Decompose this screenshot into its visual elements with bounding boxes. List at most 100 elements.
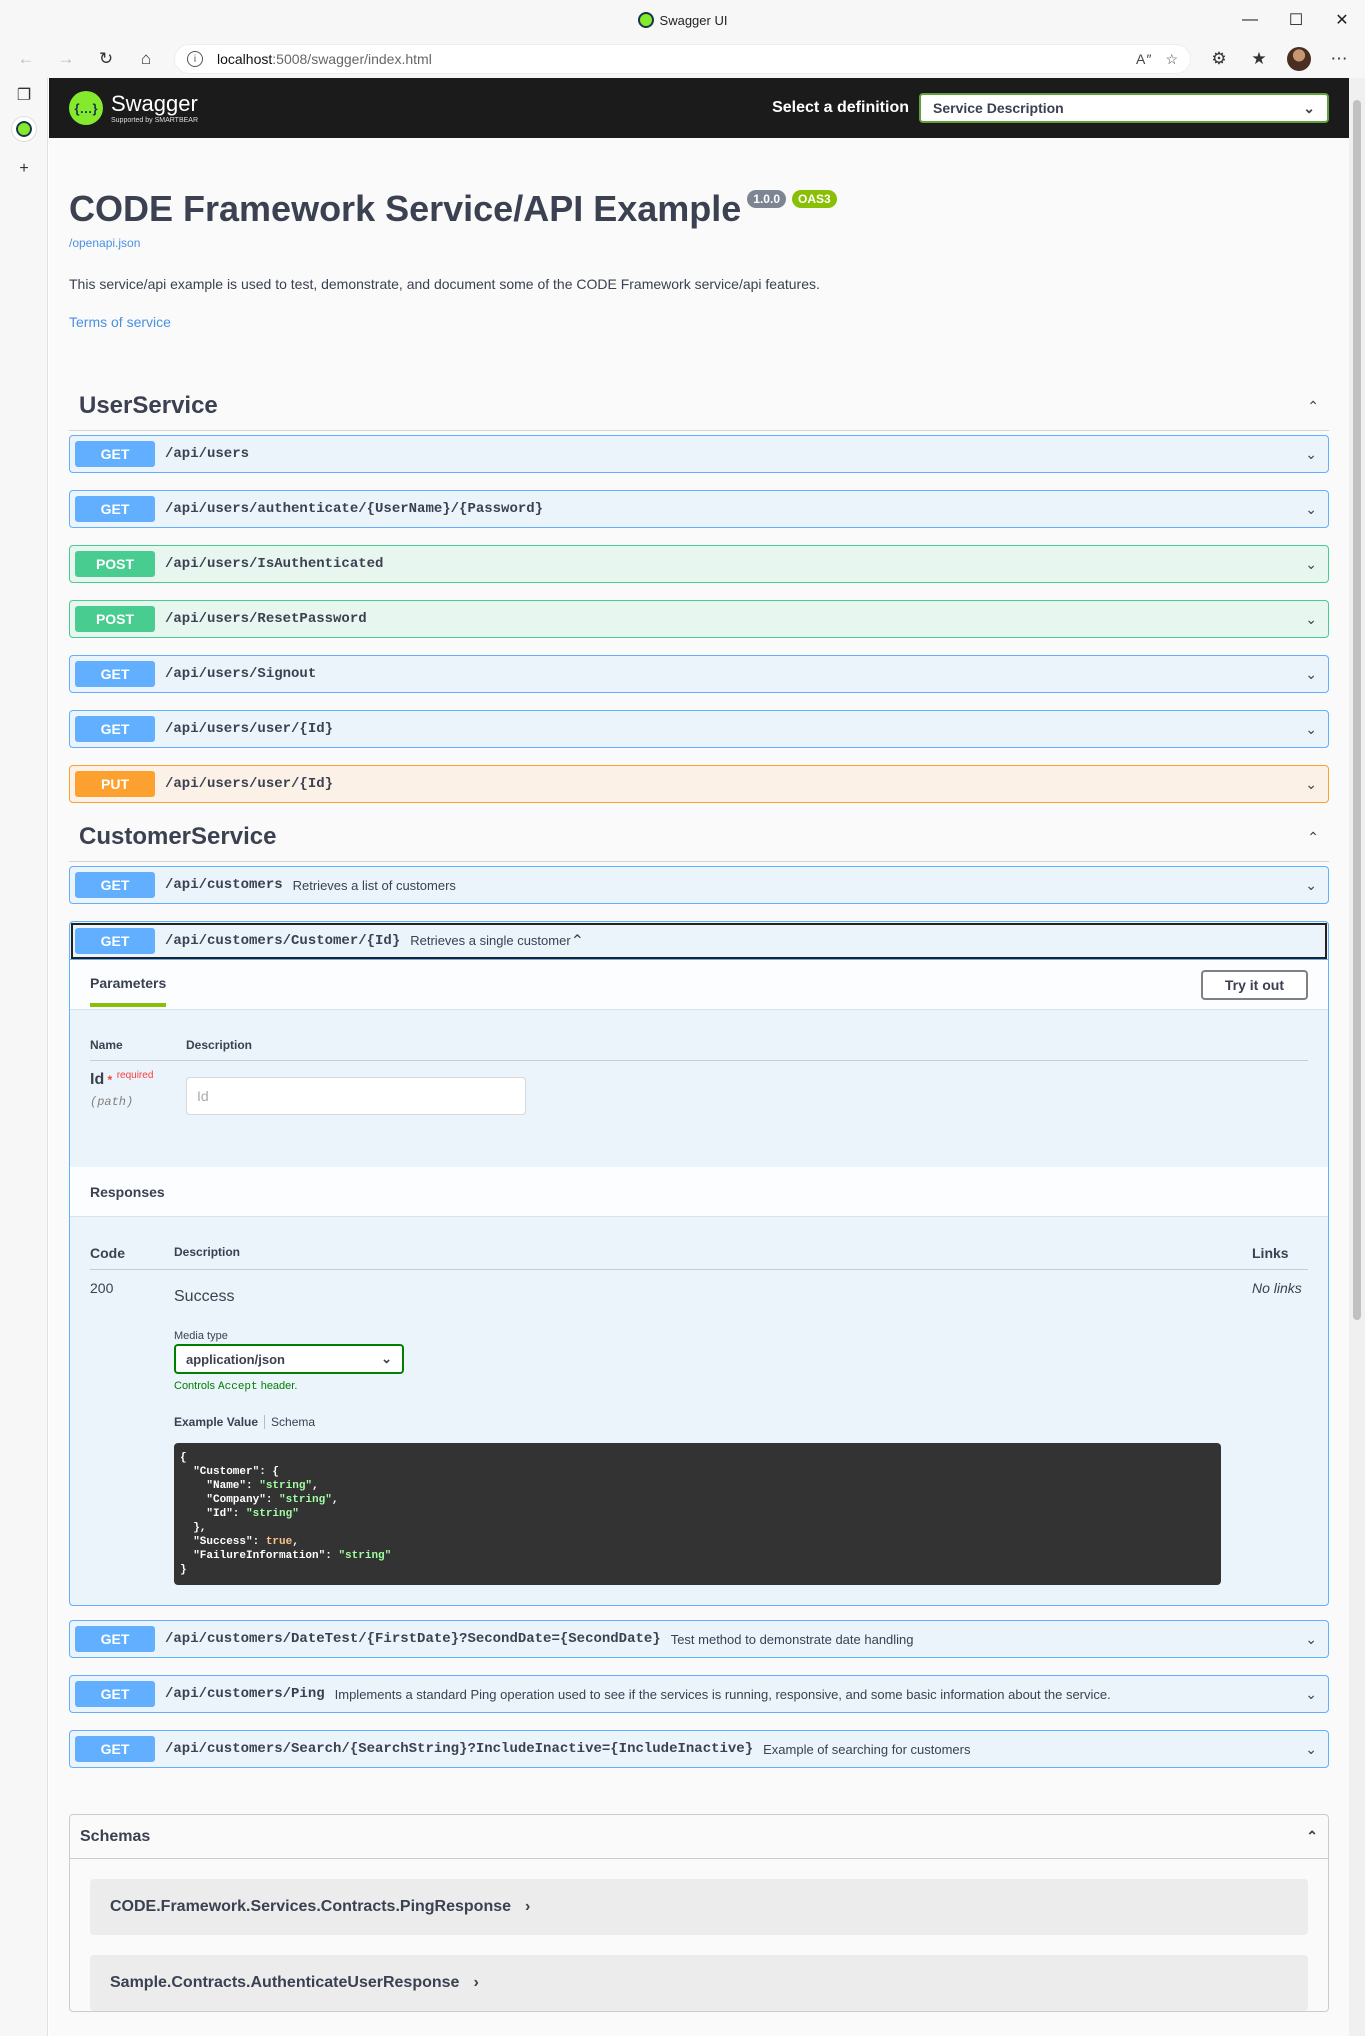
chevron-down-icon: ⌄: [1305, 1630, 1317, 1647]
profile-button[interactable]: [1281, 44, 1317, 74]
media-type-label: Media type: [174, 1330, 228, 1342]
operation-header[interactable]: GET/api/customers/Customer/{Id} Retrieves…: [70, 922, 1328, 960]
swagger-topbar: {…} Swagger Supported by SMARTBEAR Selec…: [49, 78, 1349, 138]
chevron-right-icon: ›: [525, 1898, 531, 1915]
endpoint-summary: Implements a standard Ping operation use…: [334, 1686, 1111, 1702]
endpoint-path: /api/users/ResetPassword: [165, 611, 367, 627]
operation-get[interactable]: GET/api/users ⌄: [69, 435, 1329, 473]
endpoint-path: /api/customers/DateTest/{FirstDate}?Seco…: [165, 1631, 661, 1647]
window-title: Swagger UI: [637, 12, 727, 28]
terms-of-service-link[interactable]: Terms of service: [69, 314, 1329, 330]
browser-toolbar: ← → ↻ ⌂ i localhost:5008/swagger/index.h…: [0, 40, 1365, 78]
logo-subtext: Supported by SMARTBEAR: [111, 116, 199, 124]
new-tab-icon[interactable]: +: [0, 152, 48, 186]
operation-get[interactable]: GET/api/users/user/{Id} ⌄: [69, 710, 1329, 748]
swagger-tab-icon: [12, 117, 36, 141]
operation-get[interactable]: GET/api/users/authenticate/{UserName}/{P…: [69, 490, 1329, 528]
method-badge: GET: [75, 872, 155, 898]
definition-select[interactable]: Service Description ⌄: [919, 93, 1329, 123]
chevron-up-icon: ⌃: [570, 932, 585, 950]
tag-header[interactable]: CustomerService ⌃: [69, 823, 1329, 862]
home-icon[interactable]: ⌂: [128, 44, 164, 74]
method-badge: PUT: [75, 771, 155, 797]
spec-link[interactable]: /openapi.json: [69, 236, 1329, 250]
back-icon[interactable]: ←: [8, 44, 44, 74]
favorites-icon[interactable]: ★: [1241, 44, 1277, 74]
address-bar[interactable]: i localhost:5008/swagger/index.html A ″ …: [174, 44, 1191, 74]
read-aloud-icon[interactable]: A ″: [1136, 51, 1151, 67]
method-badge: GET: [75, 661, 155, 687]
chevron-up-icon: ⌃: [1307, 828, 1319, 845]
operation-get-expanded: GET/api/customers/Customer/{Id} Retrieves…: [69, 921, 1329, 1606]
version-badge: 1.0.0: [747, 190, 786, 208]
endpoint-path: /api/users/IsAuthenticated: [165, 556, 384, 572]
scrollbar-thumb[interactable]: [1353, 100, 1361, 1320]
operation-get[interactable]: GET/api/customers Retrieves a list of cus…: [69, 866, 1329, 904]
operation-post[interactable]: POST/api/users/ResetPassword ⌄: [69, 600, 1329, 638]
swagger-favicon-icon: [637, 12, 654, 28]
url-rest: :5008/swagger/index.html: [272, 51, 432, 67]
tab-actions-icon[interactable]: ❐: [0, 78, 48, 112]
forward-icon[interactable]: →: [48, 44, 84, 74]
chevron-up-icon: ⌃: [1306, 1828, 1318, 1844]
operation-get[interactable]: GET/api/customers/Ping Implements a stand…: [69, 1675, 1329, 1713]
chevron-down-icon: ⌄: [1305, 876, 1317, 893]
scrollbar[interactable]: [1349, 78, 1365, 2036]
responses-table: Code Description Links 200 Success Media t…: [70, 1217, 1328, 1605]
chevron-down-icon: ⌄: [1305, 610, 1317, 627]
col-links: Links: [1252, 1245, 1289, 1261]
operation-post[interactable]: POST/api/users/IsAuthenticated ⌄: [69, 545, 1329, 583]
chevron-down-icon: ⌄: [1305, 1740, 1317, 1757]
schemas-header[interactable]: Schemas ⌃: [70, 1815, 1328, 1859]
schemas-section: Schemas ⌃ CODE.Framework.Services.Contra…: [69, 1814, 1329, 2012]
response-code: 200: [90, 1280, 114, 1296]
operation-get[interactable]: GET/api/customers/Search/{SearchString}?…: [69, 1730, 1329, 1768]
schema-model-name: CODE.Framework.Services.Contracts.PingRe…: [110, 1898, 512, 1915]
refresh-icon[interactable]: ↻: [88, 44, 124, 74]
endpoint-path: /api/users/authenticate/{UserName}/{Pass…: [165, 501, 544, 517]
try-it-out-button[interactable]: Try it out: [1200, 969, 1308, 1000]
operation-put[interactable]: PUT/api/users/user/{Id} ⌄: [69, 765, 1329, 803]
method-badge: POST: [75, 606, 155, 632]
tags-container: UserService ⌃ GET/api/users ⌄ GET/api/users/…: [49, 392, 1349, 1768]
oas-badge: OAS3: [792, 190, 837, 208]
chevron-down-icon: ⌄: [381, 1351, 392, 1366]
response-row: 200 Success Media type application/json ⌄…: [90, 1270, 1308, 1585]
tab-example-value[interactable]: Example Value: [174, 1415, 266, 1429]
tag-title: CustomerService: [79, 823, 277, 850]
extensions-icon[interactable]: ⚙: [1201, 44, 1237, 74]
definition-label: Select a definition: [772, 99, 909, 116]
endpoint-path: /api/customers/Search/{SearchString}?Inc…: [165, 1741, 754, 1757]
id-input[interactable]: Id: [186, 1077, 526, 1115]
schema-model[interactable]: Sample.Contracts.AuthenticateUserRespons…: [90, 1955, 1308, 2011]
window-titlebar: Swagger UI — ☐ ✕: [0, 0, 1365, 40]
api-info: CODE Framework Service/API Example 1.0.0…: [49, 138, 1349, 330]
endpoint-path: /api/customers/Customer/{Id}: [165, 932, 401, 949]
add-favorite-icon[interactable]: ☆: [1165, 51, 1178, 68]
minimize-icon[interactable]: —: [1227, 0, 1273, 40]
operation-get[interactable]: GET/api/customers/DateTest/{FirstDate}?S…: [69, 1620, 1329, 1658]
maximize-icon[interactable]: ☐: [1273, 0, 1319, 40]
method-badge: GET: [75, 1681, 155, 1707]
media-type-value: application/json: [186, 1351, 285, 1367]
sidebar-tab-swagger[interactable]: [0, 112, 48, 146]
window-controls: — ☐ ✕: [1227, 0, 1365, 40]
address-url[interactable]: localhost:5008/swagger/index.html: [217, 51, 1122, 67]
tab-parameters[interactable]: Parameters: [90, 963, 167, 1007]
chevron-down-icon: ⌄: [1305, 775, 1317, 792]
endpoint-summary: Retrieves a list of customers: [292, 877, 456, 893]
swagger-logo[interactable]: {…} Swagger Supported by SMARTBEAR: [69, 91, 198, 125]
close-icon[interactable]: ✕: [1319, 0, 1365, 40]
schema-model[interactable]: CODE.Framework.Services.Contracts.PingRe…: [90, 1879, 1308, 1935]
page-content: {…} Swagger Supported by SMARTBEAR Selec…: [49, 78, 1349, 2036]
tag-header[interactable]: UserService ⌃: [69, 392, 1329, 431]
site-info-icon[interactable]: i: [187, 51, 203, 67]
param-location: (path): [90, 1095, 134, 1109]
response-links: No links: [1252, 1280, 1302, 1296]
api-title-text: CODE Framework Service/API Example: [69, 188, 742, 229]
media-type-select[interactable]: application/json ⌄: [174, 1344, 404, 1374]
parameters-tabbar: Parameters Try it out: [70, 960, 1328, 1010]
operation-get[interactable]: GET/api/users/Signout ⌄: [69, 655, 1329, 693]
tab-schema[interactable]: Schema: [265, 1415, 315, 1429]
more-icon[interactable]: ⋯: [1321, 44, 1357, 74]
